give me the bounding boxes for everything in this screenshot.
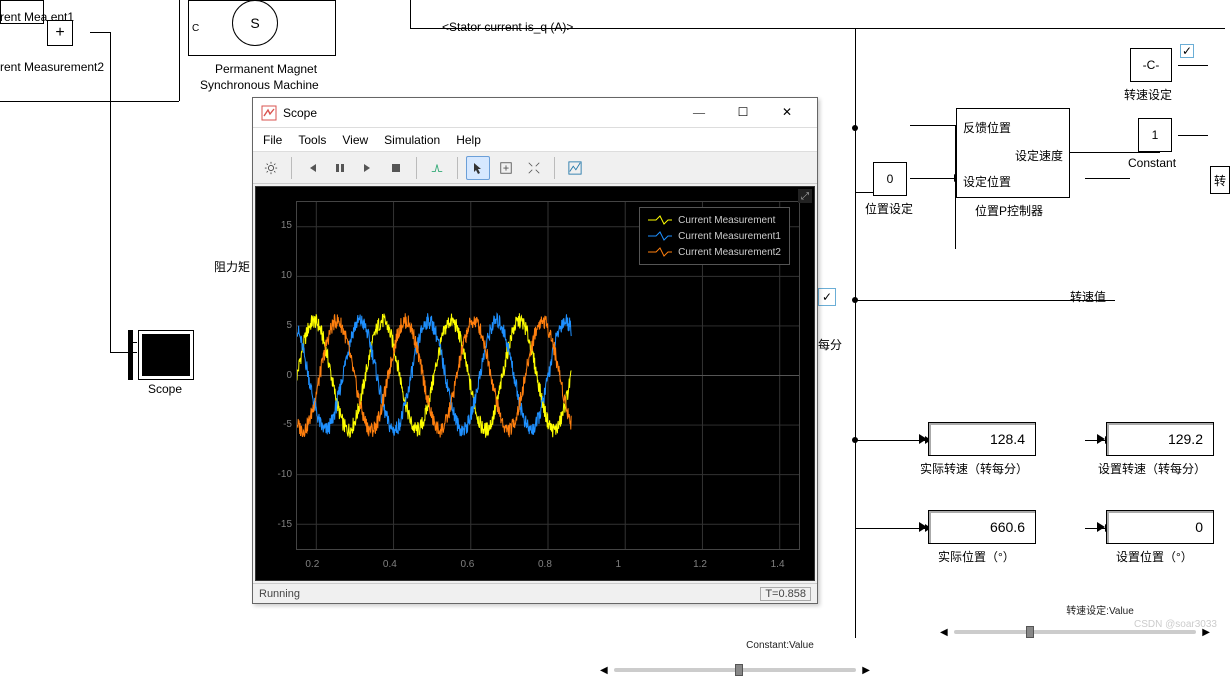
close-button[interactable]: ✕ <box>765 99 809 127</box>
xtick-label: 0.6 <box>460 559 474 570</box>
menu-file[interactable]: File <box>263 133 282 147</box>
autoscale-icon[interactable] <box>522 156 546 180</box>
pause-icon[interactable] <box>328 156 352 180</box>
cursor-icon[interactable] <box>466 156 490 180</box>
display-set-pos-label: 设置位置（°） <box>1116 548 1193 565</box>
scope-statusbar: Running T=0.858 <box>253 583 817 603</box>
pmsm-icon: S <box>232 0 278 46</box>
scope-menubar[interactable]: File Tools View Simulation Help <box>253 128 817 152</box>
display-set-speed-label: 设置转速（转每分） <box>1098 460 1206 477</box>
ytick-label: 0 <box>264 370 292 381</box>
xtick-label: 0.8 <box>538 559 552 570</box>
trigger-icon[interactable] <box>425 156 449 180</box>
xtick-label: 1.2 <box>693 559 707 570</box>
scope-window[interactable]: Scope — ☐ ✕ File Tools View Simulation H… <box>252 97 818 604</box>
watermark: CSDN @soar3033 <box>1134 619 1217 630</box>
display-actual-speed[interactable]: 128.4 <box>928 422 1036 456</box>
maximize-button[interactable]: ☐ <box>721 99 765 127</box>
constant-zero-block[interactable]: 0 <box>873 162 907 196</box>
maximize-plot-icon[interactable]: ⤢ <box>798 189 812 203</box>
pmsm-label2: Synchronous Machine <box>200 78 319 92</box>
speed-setpoint-constant[interactable]: -C- <box>1130 48 1172 82</box>
scope-legend[interactable]: Current Measurement Current Measurement1… <box>639 207 790 265</box>
ytick-label: -15 <box>264 519 292 530</box>
ytick-label: 15 <box>264 220 292 231</box>
ytick-label: 10 <box>264 270 292 281</box>
position-p-controller[interactable]: 反馈位置 设定速度 设定位置 <box>956 108 1070 198</box>
slider-speed-label: 转速设定:Value <box>1000 602 1200 617</box>
port-set-speed: 设定速度 <box>1011 147 1067 164</box>
port-feedback-pos: 反馈位置 <box>959 119 1015 136</box>
measurements-icon[interactable] <box>563 156 587 180</box>
display-set-pos[interactable]: 0 <box>1106 510 1214 544</box>
simulink-icon <box>261 105 277 121</box>
scope-titlebar[interactable]: Scope — ☐ ✕ <box>253 98 817 128</box>
display-actual-pos[interactable]: 660.6 <box>928 510 1036 544</box>
speed-value-label: 转速值 <box>1070 288 1106 305</box>
stop-icon[interactable] <box>384 156 408 180</box>
menu-tools[interactable]: Tools <box>298 133 326 147</box>
add-block[interactable]: + <box>47 20 73 46</box>
checkbox-icon-2[interactable]: ✓ <box>1180 44 1194 58</box>
speed-setpoint-label: 转速设定 <box>1124 86 1172 103</box>
scope-block-label: Scope <box>148 382 182 396</box>
resistance-torque-label: 阻力矩 <box>214 258 250 275</box>
zoom-fit-icon[interactable] <box>494 156 518 180</box>
scope-plot[interactable]: Current Measurement Current Measurement1… <box>255 186 815 581</box>
pmsm-label1: Permanent Magnet <box>215 62 317 76</box>
signal-label: <Stator current is_q (A)> <box>442 20 573 34</box>
step-back-icon[interactable] <box>300 156 324 180</box>
menu-view[interactable]: View <box>342 133 368 147</box>
step-forward-icon[interactable] <box>356 156 380 180</box>
display-actual-pos-label: 实际位置（°） <box>938 548 1015 565</box>
xtick-label: 0.2 <box>305 559 319 570</box>
ytick-label: 5 <box>264 320 292 331</box>
mux-block[interactable] <box>128 330 133 380</box>
scope-title: Scope <box>283 106 677 120</box>
port-set-position: 设定位置 <box>959 173 1015 190</box>
checkbox-icon[interactable]: ✓ <box>818 288 836 306</box>
xtick-label: 1 <box>616 559 622 570</box>
status-time: T=0.858 <box>760 587 811 601</box>
slider-constant[interactable]: ◀ ▶ <box>600 660 870 680</box>
status-running: Running <box>259 588 300 600</box>
constant-one-label: Constant <box>1128 156 1176 170</box>
display-set-speed[interactable]: 129.2 <box>1106 422 1214 456</box>
scope-toolbar[interactable] <box>253 152 817 184</box>
gain-block-partial[interactable]: 转 <box>1210 166 1230 194</box>
current-measurement2-label: rent Measurement2 <box>0 60 104 74</box>
ytick-label: -5 <box>264 419 292 430</box>
menu-simulation[interactable]: Simulation <box>384 133 440 147</box>
slider-constant-label: Constant:Value <box>680 640 880 651</box>
xtick-label: 1.4 <box>771 559 785 570</box>
gear-icon[interactable] <box>259 156 283 180</box>
pos-setpoint-label: 位置设定 <box>865 200 913 217</box>
minimize-button[interactable]: — <box>677 99 721 127</box>
scope-block[interactable] <box>138 330 194 380</box>
port-c-label: C <box>192 23 199 34</box>
display-actual-speed-label: 实际转速（转每分） <box>920 460 1028 477</box>
ytick-label: -10 <box>264 469 292 480</box>
xtick-label: 0.4 <box>383 559 397 570</box>
position-p-controller-label: 位置P控制器 <box>975 202 1043 219</box>
menu-help[interactable]: Help <box>456 133 481 147</box>
per-minute-label: 每分 <box>818 336 842 353</box>
constant-one-block[interactable]: 1 <box>1138 118 1172 152</box>
